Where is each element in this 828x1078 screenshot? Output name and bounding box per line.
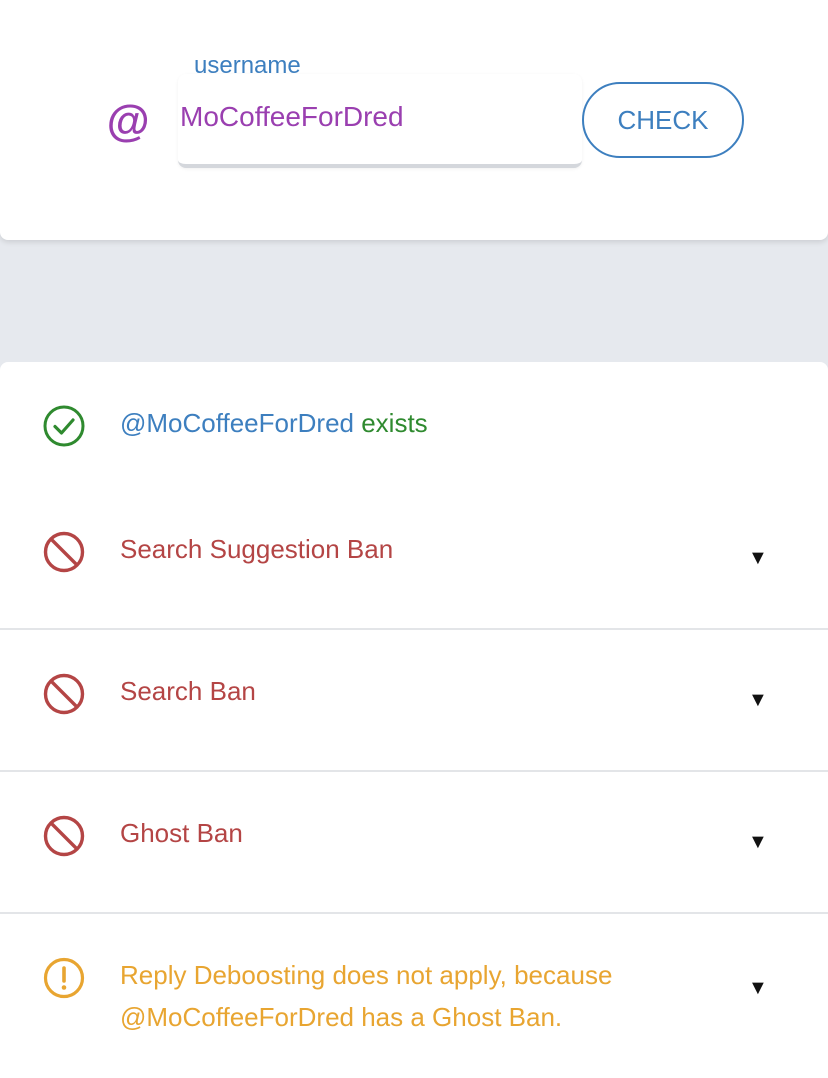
expand-arrow-icon[interactable]: ▼ [748, 978, 768, 998]
at-icon: @ [106, 97, 149, 146]
exists-username: @MoCoffeeForDred [120, 408, 354, 438]
reply-deboosting-line-1: Reply Deboosting does not apply, because [120, 960, 613, 990]
result-row-reply-deboosting[interactable]: Reply Deboosting does not apply, because… [0, 914, 828, 1078]
username-input[interactable] [180, 100, 576, 134]
warning-circle-icon [43, 957, 85, 999]
search-suggestion-ban-label: Search Suggestion Ban [120, 534, 394, 564]
expand-arrow-icon[interactable]: ▼ [748, 832, 768, 852]
expand-arrow-icon[interactable]: ▼ [748, 548, 768, 568]
prohibited-icon [43, 673, 85, 715]
exists-status-text: @MoCoffeeForDred exists [120, 402, 428, 444]
results-card: @MoCoffeeForDred exists Search Suggestio… [0, 362, 828, 1078]
result-row-exists: @MoCoffeeForDred exists [0, 362, 828, 488]
result-row-search-suggestion-ban[interactable]: Search Suggestion Ban ▼ [0, 488, 828, 630]
username-form-card: @ username CHECK [0, 0, 828, 240]
reply-deboosting-line-2: @MoCoffeeForDred has a Ghost Ban. [120, 1002, 563, 1032]
result-row-ghost-ban[interactable]: Ghost Ban ▼ [0, 772, 828, 914]
check-circle-icon [43, 405, 85, 447]
result-row-search-ban[interactable]: Search Ban ▼ [0, 630, 828, 772]
check-button[interactable]: CHECK [582, 82, 744, 158]
username-field-box [178, 74, 582, 168]
exists-label: exists [354, 408, 428, 438]
prohibited-icon [43, 815, 85, 857]
search-ban-label: Search Ban [120, 676, 256, 706]
expand-arrow-icon[interactable]: ▼ [748, 690, 768, 710]
prohibited-icon [43, 531, 85, 573]
ghost-ban-label: Ghost Ban [120, 818, 243, 848]
